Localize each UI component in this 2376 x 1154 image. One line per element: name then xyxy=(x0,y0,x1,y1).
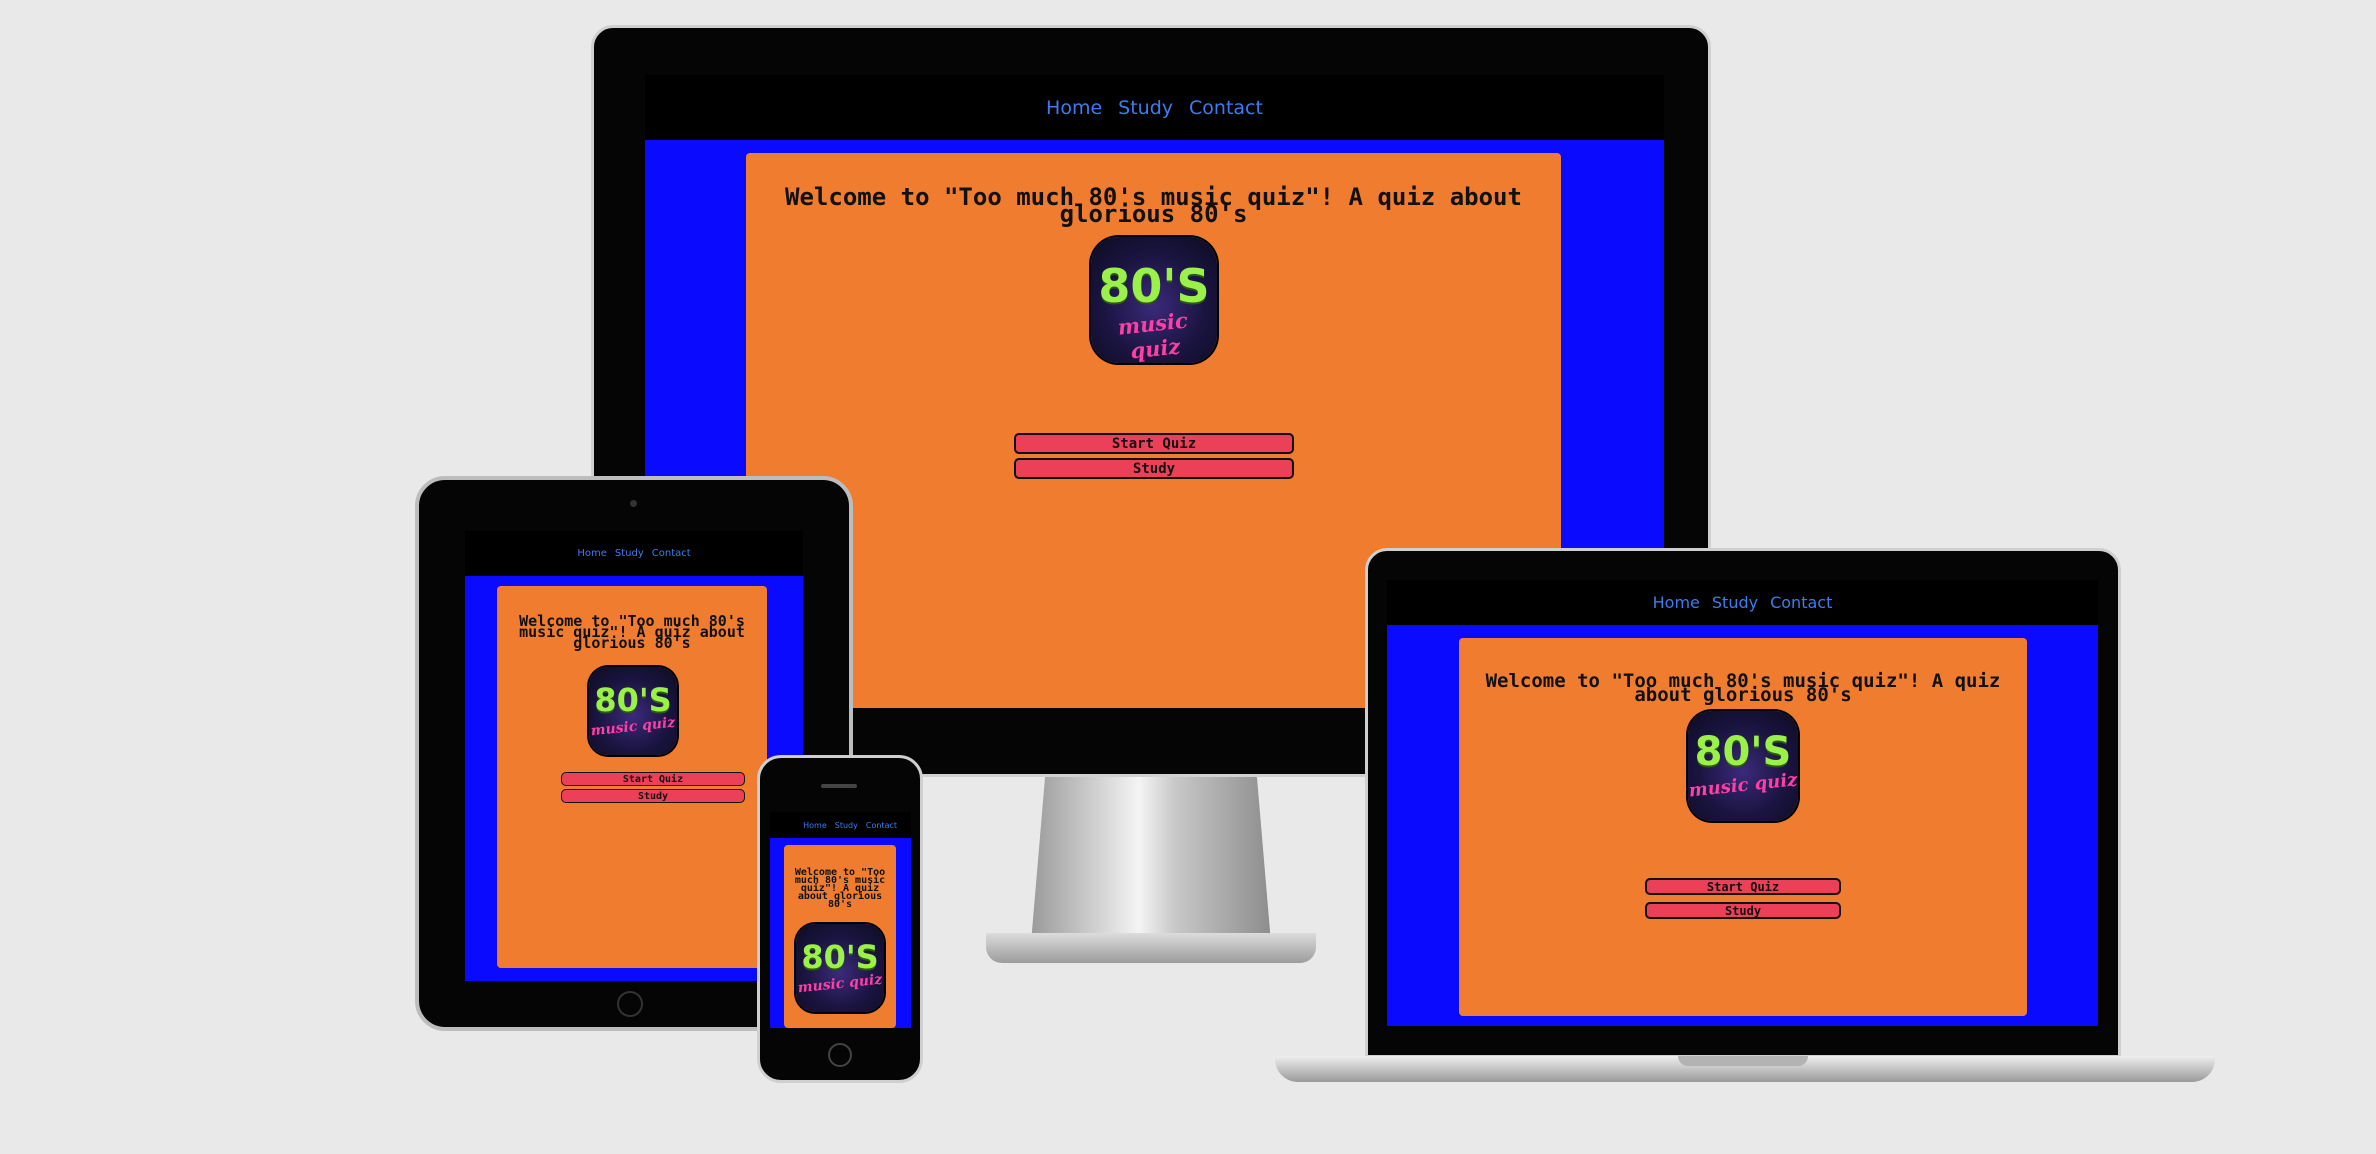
start-quiz-button[interactable]: Start Quiz xyxy=(1014,433,1294,454)
nav-study-link[interactable]: Study xyxy=(1712,593,1758,612)
nav-contact-link[interactable]: Contact xyxy=(866,821,897,830)
logo-80s-text: 80'S xyxy=(1098,259,1210,313)
logo-80s-text: 80'S xyxy=(594,681,672,719)
phone-screen: Home Study Contact Welcome to "Too much … xyxy=(770,812,911,1028)
quiz-logo: 80'S music quiz xyxy=(1688,711,1798,821)
study-button[interactable]: Study xyxy=(1645,902,1841,919)
nav-contact-link[interactable]: Contact xyxy=(652,548,691,559)
laptop-content-card: Welcome to "Too much 80's music quiz"! A… xyxy=(1459,638,2027,1016)
desktop-navbar: Home Study Contact xyxy=(645,75,1664,140)
quiz-logo: 80'S music quiz xyxy=(796,924,884,1012)
phone-navbar: Home Study Contact xyxy=(770,812,911,838)
monitor-stand-base xyxy=(986,933,1316,963)
page-title: Welcome to "Too much 80's music quiz"! A… xyxy=(519,612,745,652)
logo-music-quiz-text: music quiz xyxy=(1116,307,1189,363)
laptop-navbar: Home Study Contact xyxy=(1387,580,2098,625)
monitor-stand xyxy=(1031,773,1271,943)
nav-home-link[interactable]: Home xyxy=(803,821,827,830)
page-title: Welcome to "Too much 80's music quiz"! A… xyxy=(1485,670,2001,706)
laptop-mockup: Home Study Contact Welcome to "Too much … xyxy=(1275,548,2215,1093)
tablet-navbar: Home Study Contact xyxy=(465,531,803,576)
nav-study-link[interactable]: Study xyxy=(615,548,644,559)
nav-study-link[interactable]: Study xyxy=(1118,97,1173,119)
nav-contact-link[interactable]: Contact xyxy=(1189,97,1263,119)
quiz-logo: 80'S music quiz xyxy=(1091,237,1217,363)
tablet-screen: Home Study Contact Welcome to "Too much … xyxy=(465,531,803,981)
start-quiz-button[interactable]: Start Quiz xyxy=(1645,878,1841,895)
start-quiz-button[interactable]: Start Quiz xyxy=(561,772,745,786)
tablet-home-button xyxy=(617,991,643,1017)
phone-mockup: Home Study Contact Welcome to "Too much … xyxy=(757,755,923,1085)
logo-80s-text: 80'S xyxy=(1694,729,1792,775)
study-button[interactable]: Study xyxy=(561,789,745,803)
nav-study-link[interactable]: Study xyxy=(835,821,858,830)
page-title: Welcome to "Too much 80's music quiz"! A… xyxy=(785,183,1522,228)
phone-home-button xyxy=(828,1043,852,1067)
phone-content-card: Welcome to "Too much 80's music quiz"! A… xyxy=(784,845,896,1028)
nav-home-link[interactable]: Home xyxy=(1046,97,1102,119)
phone-speaker xyxy=(821,784,857,788)
tablet-camera xyxy=(630,500,637,507)
tablet-content-card: Welcome to "Too much 80's music quiz"! A… xyxy=(497,586,767,968)
study-button[interactable]: Study xyxy=(1014,458,1294,479)
quiz-logo: 80'S music quiz xyxy=(589,667,677,755)
nav-home-link[interactable]: Home xyxy=(577,548,607,559)
laptop-screen: Home Study Contact Welcome to "Too much … xyxy=(1387,580,2098,1026)
logo-80s-text: 80'S xyxy=(801,938,879,976)
page-title: Welcome to "Too much 80's music quiz"! A… xyxy=(794,867,886,910)
nav-contact-link[interactable]: Contact xyxy=(1770,593,1832,612)
nav-home-link[interactable]: Home xyxy=(1653,593,1700,612)
laptop-notch xyxy=(1678,1056,1808,1066)
